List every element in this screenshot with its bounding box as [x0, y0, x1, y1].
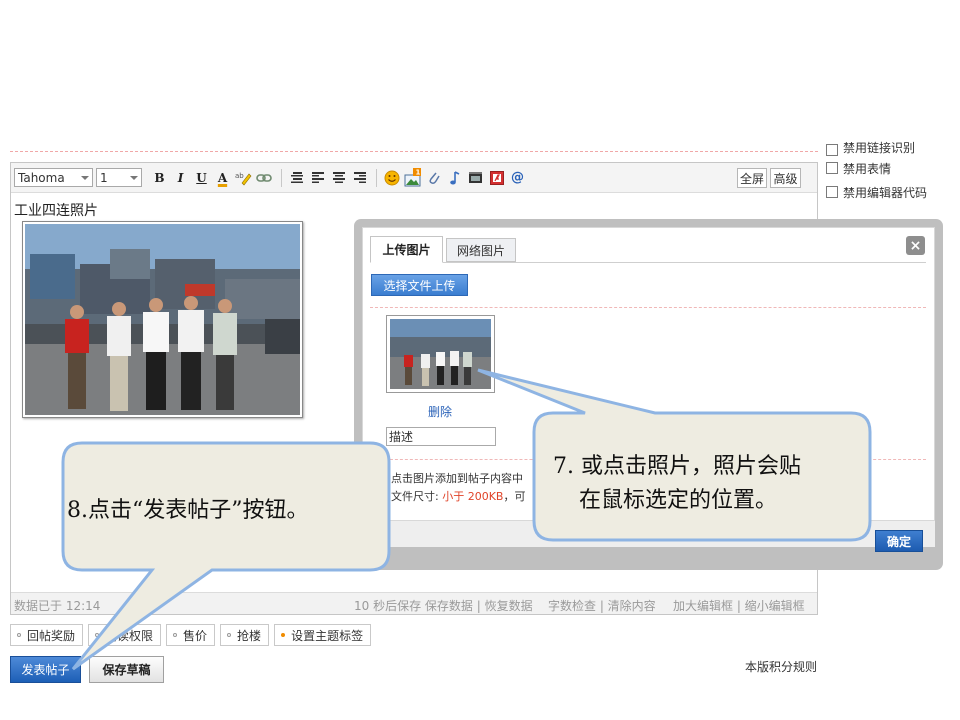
bold-button[interactable]: B [150, 168, 169, 187]
word-count-clear-links[interactable]: 字数检查 | 清除内容 [548, 597, 656, 614]
size-limit: 小于 200KB [442, 490, 504, 503]
bullet-icon [281, 633, 286, 637]
bullet-icon [227, 633, 232, 637]
smiley-icon[interactable] [382, 168, 401, 187]
music-icon[interactable] [445, 168, 464, 187]
link-icon[interactable] [255, 168, 274, 187]
at-mention-icon[interactable]: @ [508, 168, 527, 187]
photo-description-input[interactable]: 描述 [386, 427, 496, 446]
align-justify-icon[interactable] [350, 168, 369, 187]
background-color-icon[interactable]: ab [234, 168, 253, 187]
checkbox[interactable] [826, 162, 838, 174]
tab-network-image[interactable]: 网络图片 [446, 238, 516, 262]
option-label: 禁用编辑器代码 [843, 185, 928, 200]
svg-text:ab: ab [235, 172, 244, 180]
svg-text:1: 1 [415, 168, 420, 176]
chevron-down-icon [81, 176, 89, 180]
callout-step7-text-line1: 7. 或点击照片，照片会贴 [553, 454, 801, 479]
uploaded-photo-thumbnail[interactable] [386, 315, 495, 393]
font-size-select[interactable]: 1 [96, 168, 142, 187]
post-content-text[interactable]: 工业四连照片 [14, 200, 98, 220]
bullet-icon [95, 633, 100, 637]
italic-button[interactable]: I [171, 168, 190, 187]
extra-price[interactable]: 售价 [166, 624, 216, 646]
group-photo-image [25, 224, 300, 415]
attachment-icon[interactable] [424, 168, 443, 187]
extra-topic-tags[interactable]: 设置主题标签 [274, 624, 372, 646]
checkbox[interactable] [826, 144, 838, 156]
extra-read-permission[interactable]: 阅读权限 [88, 624, 162, 646]
callout-step8-text: 8.点击“发表帖子”按钮。 [67, 498, 309, 523]
dialog-dashed-divider [370, 307, 926, 308]
option-disable-link-parse[interactable]: 禁用链接识别 [826, 140, 956, 156]
align-left-icon[interactable] [287, 168, 306, 187]
bullet-icon [17, 633, 21, 637]
inserted-photo[interactable] [22, 221, 303, 418]
autosave-actions[interactable]: 10 秒后保存 保存数据 | 恢复数据 [354, 597, 533, 614]
dialog-footer [362, 520, 935, 547]
forum-post-editor-screen: 禁用链接识别 禁用表情 禁用编辑器代码 Tahoma 1 B I U A ab [0, 0, 960, 720]
toolbar-divider [376, 168, 377, 187]
insert-hint-text: 点击图片添加到帖子内容中 [391, 472, 523, 485]
extra-floor-grab[interactable]: 抢楼 [220, 624, 270, 646]
group-photo-thumbnail-image [390, 319, 491, 389]
advanced-mode-button[interactable]: 高级 [770, 168, 801, 188]
editor-toolbar: Tahoma 1 B I U A ab 1 @ 全屏 高级 [11, 163, 817, 193]
underline-button[interactable]: U [192, 168, 211, 187]
bullet-icon [173, 633, 178, 637]
resize-editor-links[interactable]: 加大编辑框 | 缩小编辑框 [673, 597, 805, 614]
post-extras-row: 回帖奖励 阅读权限 售价 抢楼 设置主题标签 [10, 624, 376, 646]
align-right-icon[interactable] [329, 168, 348, 187]
font-family-select[interactable]: Tahoma [14, 168, 93, 187]
close-icon[interactable]: × [906, 236, 925, 255]
chevron-down-icon [130, 176, 138, 180]
option-label: 禁用链接识别 [843, 141, 916, 155]
align-center-icon[interactable] [308, 168, 327, 187]
font-color-button[interactable]: A [213, 168, 232, 187]
confirm-button[interactable]: 确定 [875, 530, 923, 552]
post-submit-button[interactable]: 发表帖子 [10, 656, 81, 683]
video-icon[interactable] [466, 168, 485, 187]
flash-icon[interactable] [487, 168, 506, 187]
toolbar-divider [281, 168, 282, 187]
delete-photo-link[interactable]: 删除 [428, 403, 452, 420]
option-disable-smilies[interactable]: 禁用表情 [826, 156, 956, 180]
top-divider [10, 151, 818, 152]
option-disable-editor-code[interactable]: 禁用编辑器代码 [826, 180, 956, 204]
image-icon[interactable]: 1 [403, 167, 422, 187]
extra-reply-reward[interactable]: 回帖奖励 [10, 624, 84, 646]
checkbox[interactable] [826, 186, 838, 198]
fullscreen-button[interactable]: 全屏 [737, 168, 767, 188]
file-size-hint: 文件尺寸: 小于 200KB，可 [391, 490, 526, 503]
board-points-rules-link[interactable]: 本版积分规则 [745, 658, 817, 675]
dialog-tab-divider [370, 262, 926, 263]
callout-step7-text-line2: 在鼠标选定的位置。 [579, 488, 778, 513]
post-options-panel: 禁用链接识别 禁用表情 禁用编辑器代码 [826, 140, 956, 204]
editor-status-bar: 数据已于 12:14 10 秒后保存 保存数据 | 恢复数据 字数检查 | 清除… [11, 592, 817, 614]
save-draft-button[interactable]: 保存草稿 [89, 656, 164, 683]
option-label: 禁用表情 [843, 161, 892, 176]
choose-file-upload-button[interactable]: 选择文件上传 [371, 274, 468, 296]
autosave-status: 数据已于 12:14 [14, 599, 101, 613]
tab-upload-image[interactable]: 上传图片 [370, 236, 443, 263]
